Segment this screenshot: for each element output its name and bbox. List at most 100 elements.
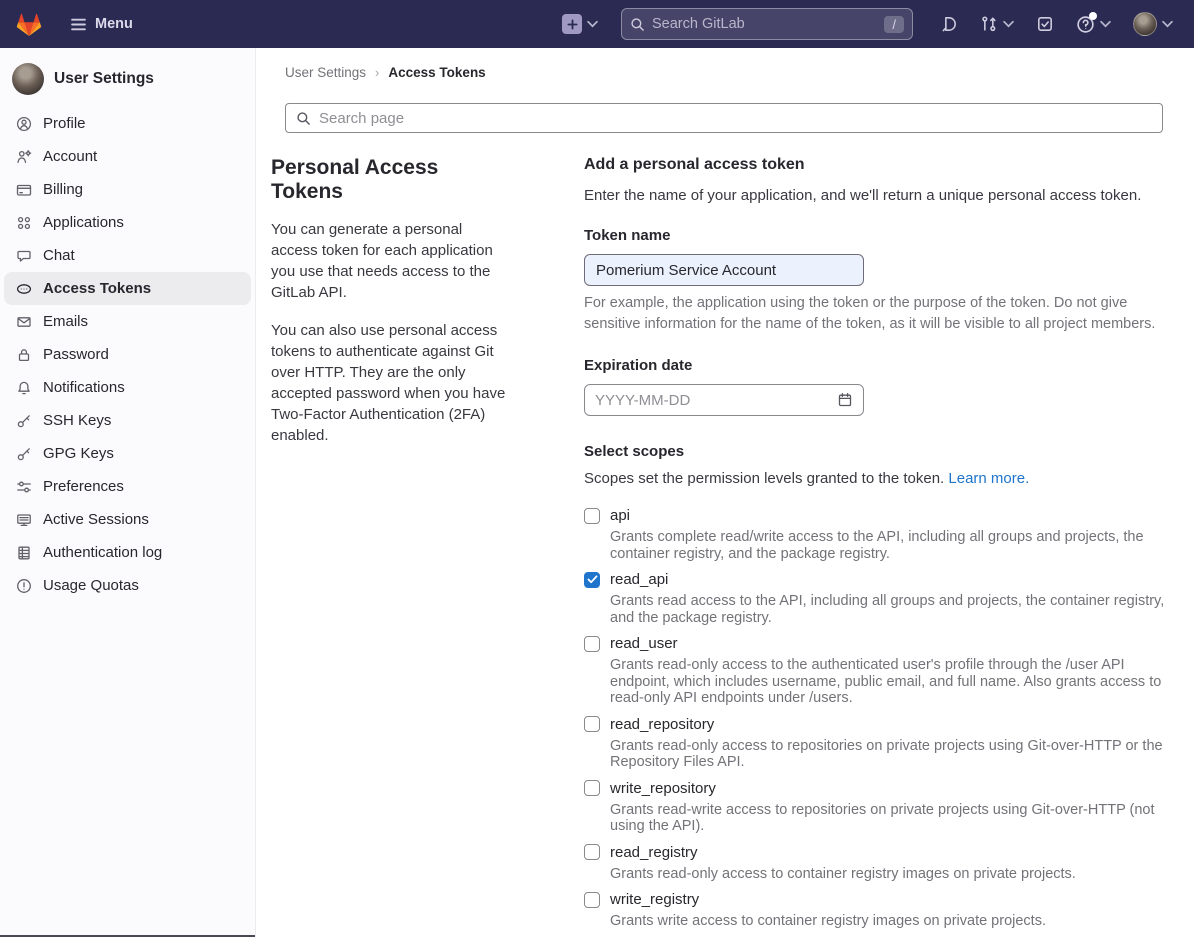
scope-list: api Grants complete read/write access to… xyxy=(584,507,1176,930)
scope-checkbox-read-registry[interactable] xyxy=(584,844,600,860)
sliders-icon xyxy=(16,479,32,495)
scopes-description-text: Scopes set the permission levels granted… xyxy=(584,470,944,487)
sidebar-item-profile[interactable]: Profile xyxy=(0,107,255,140)
sidebar-item-access-tokens[interactable]: Access Tokens xyxy=(4,272,251,305)
sidebar-item-chat[interactable]: Chat xyxy=(0,239,255,272)
monitor-icon xyxy=(16,512,32,528)
scope-checkbox-write-registry[interactable] xyxy=(584,892,600,908)
menu-button[interactable]: Menu xyxy=(70,16,133,33)
new-menu-button[interactable] xyxy=(557,14,603,34)
scope-name[interactable]: read_registry xyxy=(610,844,698,861)
sidebar-item-emails[interactable]: Emails xyxy=(0,305,255,338)
learn-more-link[interactable]: Learn more. xyxy=(948,470,1029,487)
hamburger-icon xyxy=(70,16,87,33)
breadcrumb: User Settings › Access Tokens xyxy=(256,48,1194,80)
expiration-date-field[interactable] xyxy=(584,384,864,416)
help-menu-button[interactable] xyxy=(1071,15,1116,34)
menu-label: Menu xyxy=(95,16,133,32)
sidebar-item-authentication-log[interactable]: Authentication log xyxy=(0,536,255,569)
gitlab-tanuki-logo-icon[interactable] xyxy=(16,11,42,37)
search-icon xyxy=(630,17,645,32)
sidebar-item-preferences[interactable]: Preferences xyxy=(0,470,255,503)
sidebar-item-label: Authentication log xyxy=(43,544,162,561)
scope-checkbox-write-repository[interactable] xyxy=(584,780,600,796)
global-search-box[interactable]: / xyxy=(621,8,913,40)
expiration-date-input[interactable] xyxy=(595,392,837,409)
merge-requests-button[interactable] xyxy=(975,15,1019,33)
page-description-column: Personal Access Tokens You can generate … xyxy=(271,156,509,937)
account-icon xyxy=(16,149,32,165)
scope-description: Grants complete read/write access to the… xyxy=(610,529,1176,562)
select-scopes-label: Select scopes xyxy=(584,443,1176,460)
sidebar-item-label: Active Sessions xyxy=(43,511,149,528)
sidebar-item-label: Profile xyxy=(43,115,86,132)
scope-row-write-repository: write_repository Grants read-write acces… xyxy=(584,780,1176,835)
merge-request-icon xyxy=(980,15,998,33)
chevron-down-icon xyxy=(1003,20,1014,28)
sidebar-item-billing[interactable]: Billing xyxy=(0,173,255,206)
sidebar-item-label: Usage Quotas xyxy=(43,577,139,594)
sidebar-item-label: Account xyxy=(43,148,97,165)
scope-name[interactable]: read_repository xyxy=(610,716,714,733)
sidebar-item-ssh-keys[interactable]: SSH Keys xyxy=(0,404,255,437)
profile-icon xyxy=(16,116,32,132)
sidebar-title: User Settings xyxy=(54,70,154,88)
scope-row-read-registry: read_registry Grants read-only access to… xyxy=(584,844,1176,883)
scope-description: Grants write access to container registr… xyxy=(610,913,1176,930)
chat-icon xyxy=(16,248,32,264)
scope-description: Grants read-only access to the authentic… xyxy=(610,657,1176,707)
search-shortcut-key: / xyxy=(884,16,904,33)
applications-icon xyxy=(16,215,32,231)
log-icon xyxy=(16,545,32,561)
scope-name[interactable]: read_user xyxy=(610,635,678,652)
expiration-date-label: Expiration date xyxy=(584,357,1176,374)
chevron-down-icon xyxy=(1100,20,1111,28)
todos-button[interactable] xyxy=(1031,15,1059,33)
breadcrumb-access-tokens: Access Tokens xyxy=(388,65,485,80)
breadcrumb-user-settings[interactable]: User Settings xyxy=(285,65,366,80)
sidebar-nav: Profile Account Billing xyxy=(0,107,255,602)
sidebar-item-applications[interactable]: Applications xyxy=(0,206,255,239)
chevron-down-icon xyxy=(1162,20,1173,28)
page-search-box[interactable] xyxy=(285,103,1163,133)
sidebar-item-label: Chat xyxy=(43,247,75,264)
scope-description: Grants read access to the API, including… xyxy=(610,593,1176,626)
sidebar-item-usage-quotas[interactable]: Usage Quotas xyxy=(0,569,255,602)
user-menu-button[interactable] xyxy=(1128,12,1178,36)
sidebar-item-notifications[interactable]: Notifications xyxy=(0,371,255,404)
credit-card-icon xyxy=(16,182,32,198)
sidebar-item-gpg-keys[interactable]: GPG Keys xyxy=(0,437,255,470)
scope-checkbox-read-repository[interactable] xyxy=(584,716,600,732)
search-icon xyxy=(296,111,311,126)
calendar-icon[interactable] xyxy=(837,392,853,408)
issues-button[interactable] xyxy=(935,15,963,33)
breadcrumb-separator-icon: › xyxy=(375,65,379,80)
plus-icon xyxy=(562,14,582,34)
scope-name[interactable]: api xyxy=(610,507,630,524)
top-navbar: Menu / xyxy=(0,0,1194,48)
settings-sidebar: User Settings Profile Account xyxy=(0,48,256,937)
global-search-input[interactable] xyxy=(652,16,877,32)
sidebar-item-label: SSH Keys xyxy=(43,412,111,429)
page-search-input[interactable] xyxy=(319,110,1152,127)
description-paragraph: You can generate a personal access token… xyxy=(271,219,509,303)
scopes-description: Scopes set the permission levels granted… xyxy=(584,470,1176,487)
sidebar-item-label: GPG Keys xyxy=(43,445,114,462)
scope-name[interactable]: read_api xyxy=(610,571,668,588)
scope-checkbox-read-api[interactable] xyxy=(584,572,600,588)
sidebar-item-account[interactable]: Account xyxy=(0,140,255,173)
token-name-input[interactable] xyxy=(584,254,864,286)
token-name-label: Token name xyxy=(584,227,1176,244)
quota-icon xyxy=(16,578,32,594)
sidebar-item-password[interactable]: Password xyxy=(0,338,255,371)
scope-name[interactable]: write_repository xyxy=(610,780,716,797)
scope-name[interactable]: write_registry xyxy=(610,891,699,908)
scope-checkbox-read-user[interactable] xyxy=(584,636,600,652)
todo-check-icon xyxy=(1036,15,1054,33)
sidebar-item-active-sessions[interactable]: Active Sessions xyxy=(0,503,255,536)
scope-row-read-api: read_api Grants read access to the API, … xyxy=(584,571,1176,626)
token-name-help: For example, the application using the t… xyxy=(584,293,1176,335)
scope-description: Grants read-only access to container reg… xyxy=(610,866,1176,883)
bell-icon xyxy=(16,380,32,396)
scope-checkbox-api[interactable] xyxy=(584,508,600,524)
